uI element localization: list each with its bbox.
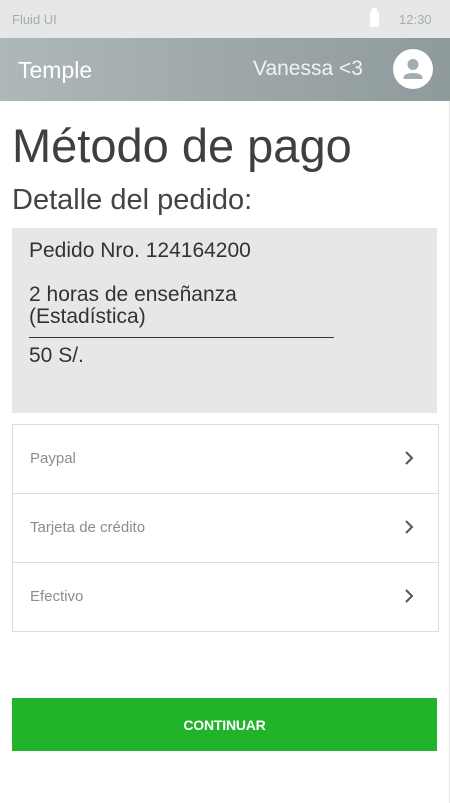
status-bar: Fluid UI 12:30 bbox=[0, 0, 450, 38]
order-divider bbox=[29, 337, 334, 338]
order-detail-box: Pedido Nro. 124164200 2 horas de enseñan… bbox=[12, 228, 437, 413]
app-title: Temple bbox=[18, 57, 93, 83]
payment-option-label: Efectivo bbox=[30, 588, 84, 605]
user-avatar-icon[interactable] bbox=[393, 49, 433, 89]
payment-screen: Fluid UI 12:30 Temple Vanessa <3 Método … bbox=[0, 0, 450, 803]
continue-button[interactable]: CONTINUAR bbox=[12, 698, 437, 751]
chevron-right-icon bbox=[405, 589, 414, 603]
user-name[interactable]: Vanessa <3 bbox=[253, 57, 363, 81]
payment-option-cash[interactable]: Efectivo bbox=[13, 563, 438, 631]
section-title: Detalle del pedido: bbox=[12, 184, 253, 216]
payment-option-label: Paypal bbox=[30, 450, 76, 467]
chevron-right-icon bbox=[405, 451, 414, 465]
page-title: Método de pago bbox=[12, 119, 352, 172]
order-price: 50 S/. bbox=[29, 344, 84, 367]
payment-option-label: Tarjeta de crédito bbox=[30, 519, 146, 536]
order-item-line-1: 2 horas de enseñanza bbox=[29, 283, 237, 306]
payment-option-paypal[interactable]: Paypal bbox=[13, 425, 438, 494]
status-time: 12:30 bbox=[399, 12, 432, 27]
payment-option-credit-card[interactable]: Tarjeta de crédito bbox=[13, 494, 438, 563]
chevron-right-icon bbox=[405, 520, 414, 534]
status-app-name: Fluid UI bbox=[12, 12, 57, 27]
battery-icon bbox=[370, 8, 379, 27]
payment-method-list: Paypal Tarjeta de crédito Efectivo bbox=[12, 424, 439, 632]
order-item-line-2: (Estadística) bbox=[29, 305, 146, 328]
order-number: Pedido Nro. 124164200 bbox=[29, 239, 251, 262]
app-bar: Temple Vanessa <3 bbox=[0, 38, 450, 101]
